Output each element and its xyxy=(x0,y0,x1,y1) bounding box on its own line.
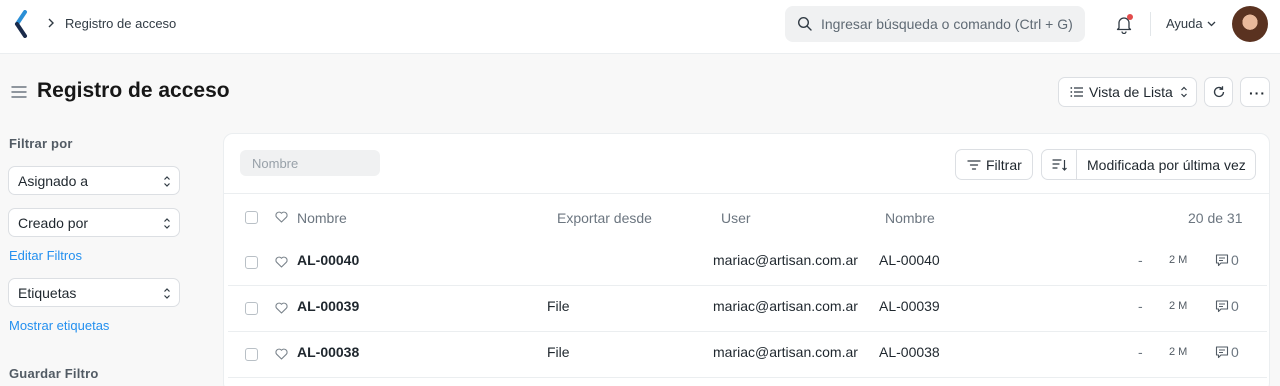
navbar-divider xyxy=(1150,12,1151,36)
sort-updown-icon xyxy=(1181,86,1187,98)
tags-label: Etiquetas xyxy=(18,285,77,301)
filter-button[interactable]: Filtrar xyxy=(955,149,1033,180)
row-dash: - xyxy=(1138,344,1143,360)
filter-button-label: Filtrar xyxy=(986,157,1022,173)
heart-icon[interactable] xyxy=(275,256,288,268)
row-modified: 2 M xyxy=(1169,300,1188,312)
comment-icon xyxy=(1215,254,1229,267)
notification-dot xyxy=(1127,14,1133,20)
sort-divider xyxy=(1076,150,1077,179)
row-user: mariac@artisan.com.ar xyxy=(713,344,858,360)
table-row[interactable]: AL-00040 mariac@artisan.com.ar AL-00040 … xyxy=(228,239,1267,285)
created-by-select[interactable]: Creado por xyxy=(8,208,180,237)
chevron-updown-icon xyxy=(164,176,170,187)
row-comment-count: 0 xyxy=(1231,252,1239,268)
refresh-icon xyxy=(1213,86,1225,98)
sort-icon[interactable] xyxy=(1052,158,1068,172)
row-id[interactable]: AL-00040 xyxy=(297,252,359,268)
row-name: AL-00040 xyxy=(879,252,940,268)
row-id[interactable]: AL-00039 xyxy=(297,298,359,314)
created-by-label: Creado por xyxy=(18,215,89,231)
row-export-from: File xyxy=(547,344,570,360)
heart-icon[interactable] xyxy=(275,302,288,314)
row-divider xyxy=(228,377,1267,378)
list-view-button[interactable]: Vista de Lista xyxy=(1058,77,1197,107)
chevron-down-icon[interactable] xyxy=(1207,19,1216,28)
help-menu[interactable]: Ayuda xyxy=(1166,16,1203,31)
row-id[interactable]: AL-00038 xyxy=(297,344,359,360)
assigned-to-select[interactable]: Asignado a xyxy=(8,166,180,195)
column-header-name-2[interactable]: Nombre xyxy=(885,210,935,226)
more-horizontal-icon: ··· xyxy=(1249,85,1266,101)
comment-icon xyxy=(1215,300,1229,313)
column-header-export-from[interactable]: Exportar desde xyxy=(557,210,652,226)
list-icon xyxy=(1070,87,1083,97)
edit-filters-link[interactable]: Editar Filtros xyxy=(9,248,82,263)
list-card: Nombre Filtrar Modificada por última vez… xyxy=(223,133,1270,386)
row-user: mariac@artisan.com.ar xyxy=(713,298,858,314)
filter-heading: Filtrar por xyxy=(9,136,73,151)
heart-icon[interactable] xyxy=(275,348,288,360)
row-name: AL-00039 xyxy=(879,298,940,314)
chevron-right-icon xyxy=(48,18,54,28)
page-title: Registro de acceso xyxy=(37,79,230,102)
sort-button-label: Modificada por última vez xyxy=(1087,157,1246,173)
name-filter-placeholder: Nombre xyxy=(252,156,299,171)
assigned-to-label: Asignado a xyxy=(18,173,89,189)
chevron-updown-icon xyxy=(164,288,170,299)
row-modified: 2 M xyxy=(1169,254,1188,266)
row-checkbox[interactable] xyxy=(245,302,258,315)
more-options-button[interactable]: ··· xyxy=(1240,77,1270,107)
row-name: AL-00038 xyxy=(879,344,940,360)
heart-icon[interactable] xyxy=(275,211,288,223)
row-user: mariac@artisan.com.ar xyxy=(713,252,858,268)
column-header-name[interactable]: Nombre xyxy=(297,210,347,226)
row-comment-count: 0 xyxy=(1231,298,1239,314)
filter-icon xyxy=(967,160,981,170)
search-icon xyxy=(797,16,812,31)
breadcrumb-current[interactable]: Registro de acceso xyxy=(65,16,176,31)
row-checkbox[interactable] xyxy=(245,348,258,361)
hamburger-icon[interactable] xyxy=(11,85,27,99)
table-row[interactable]: AL-00038 File mariac@artisan.com.ar AL-0… xyxy=(228,331,1267,377)
row-checkbox[interactable] xyxy=(245,256,258,269)
sort-button[interactable]: Modificada por última vez xyxy=(1041,149,1256,180)
name-filter-input[interactable]: Nombre xyxy=(240,150,380,176)
card-divider xyxy=(224,193,1269,194)
record-count: 20 de 31 xyxy=(1188,210,1243,226)
select-all-checkbox[interactable] xyxy=(245,211,258,224)
column-header-user[interactable]: User xyxy=(721,210,751,226)
row-comment-count: 0 xyxy=(1231,344,1239,360)
app-logo-icon[interactable] xyxy=(14,10,30,38)
refresh-button[interactable] xyxy=(1204,77,1233,107)
tags-select[interactable]: Etiquetas xyxy=(8,278,180,307)
chevron-updown-icon xyxy=(164,218,170,229)
row-modified: 2 M xyxy=(1169,346,1188,358)
list-view-label: Vista de Lista xyxy=(1089,84,1173,100)
row-dash: - xyxy=(1138,252,1143,268)
top-navbar: Registro de acceso Ingresar búsqueda o c… xyxy=(0,0,1280,54)
user-avatar[interactable] xyxy=(1232,6,1268,42)
show-tags-link[interactable]: Mostrar etiquetas xyxy=(9,318,109,333)
row-dash: - xyxy=(1138,298,1143,314)
save-filter-heading: Guardar Filtro xyxy=(9,366,99,381)
search-bar[interactable]: Ingresar búsqueda o comando (Ctrl + G) xyxy=(785,6,1085,42)
table-row[interactable]: AL-00039 File mariac@artisan.com.ar AL-0… xyxy=(228,285,1267,331)
comment-icon xyxy=(1215,346,1229,359)
row-export-from: File xyxy=(547,298,570,314)
search-placeholder: Ingresar búsqueda o comando (Ctrl + G) xyxy=(821,16,1073,32)
